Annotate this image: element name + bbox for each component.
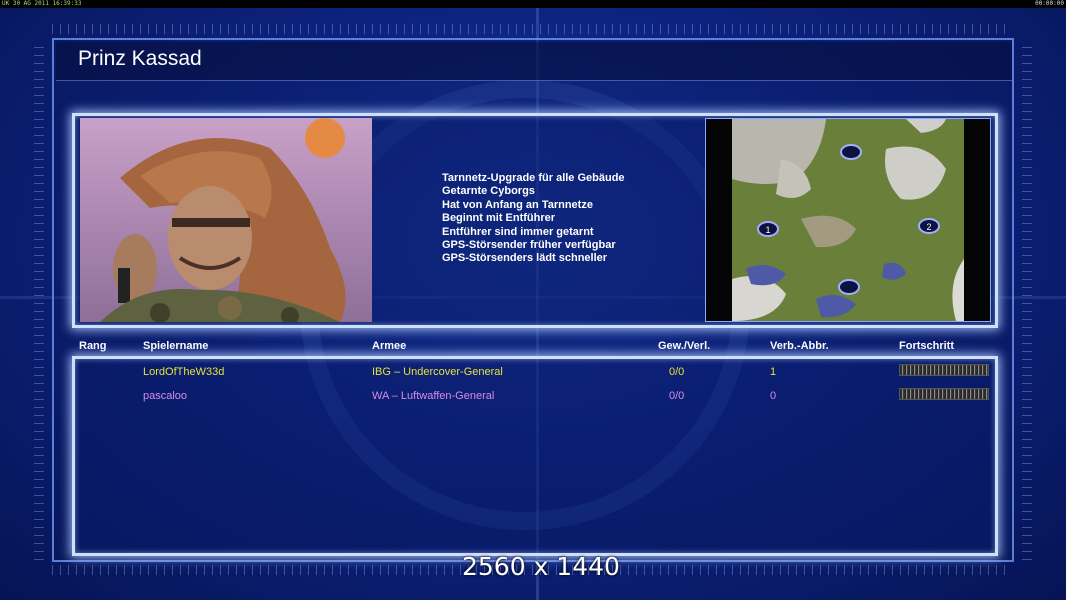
player-progress-bar xyxy=(899,364,989,376)
trait-item: Beginnt mit Entführer xyxy=(442,212,556,225)
top-status-bar: UK 30 AG 2011 16:39:33 00:00:00 xyxy=(0,0,1066,8)
player-name: LordOfTheW33d xyxy=(143,366,225,378)
trait-item: GPS-Störsenders lädt schneller xyxy=(442,252,608,265)
header-progress: Fortschritt xyxy=(899,340,954,352)
player-army: WA – Luftwaffen-General xyxy=(372,390,495,402)
player-progress-bar xyxy=(899,388,989,400)
tick-ruler-left xyxy=(34,40,44,560)
header-army: Armee xyxy=(372,340,407,352)
start-position-2: 2 xyxy=(926,222,931,232)
player-connection: 0 xyxy=(770,390,777,402)
trait-item: Entführer sind immer getarnt xyxy=(442,225,594,238)
tick-ruler-right xyxy=(1022,40,1032,560)
player-connection: 1 xyxy=(770,366,777,378)
player-win-loss: 0/0 xyxy=(669,366,685,378)
tick-ruler-top xyxy=(52,24,1012,34)
player-win-loss: 0/0 xyxy=(669,390,685,402)
header-win-loss: Gew./Verl. xyxy=(658,340,711,352)
status-timer: 00:00:00 xyxy=(1035,0,1064,7)
map-preview: 1 2 xyxy=(705,118,991,322)
header-player-name: Spielername xyxy=(143,340,209,352)
status-date-time: UK 30 AG 2011 16:39:33 xyxy=(2,0,82,7)
trait-item: Hat von Anfang an Tarnnetze xyxy=(442,198,593,211)
general-portrait xyxy=(80,118,372,322)
trait-item: GPS-Störsender früher verfügbar xyxy=(442,239,616,252)
trait-item: Tarnnetz-Upgrade für alle Gebäude xyxy=(442,172,625,184)
general-name-title: Prinz Kassad xyxy=(78,47,202,70)
trait-item: Getarnte Cyborgs xyxy=(442,185,535,198)
general-traits-list: Tarnnetz-Upgrade für alle Gebäude Getarn… xyxy=(442,172,625,266)
header-rank: Rang xyxy=(79,340,107,352)
start-position-1: 1 xyxy=(765,225,770,235)
player-list-panel xyxy=(72,356,998,556)
header-connection: Verb.-Abbr. xyxy=(770,340,829,352)
player-army: IBG – Undercover-General xyxy=(372,366,503,378)
resolution-overlay-text: 2560 x 1440 xyxy=(462,552,620,581)
player-name: pascaloo xyxy=(143,390,188,402)
